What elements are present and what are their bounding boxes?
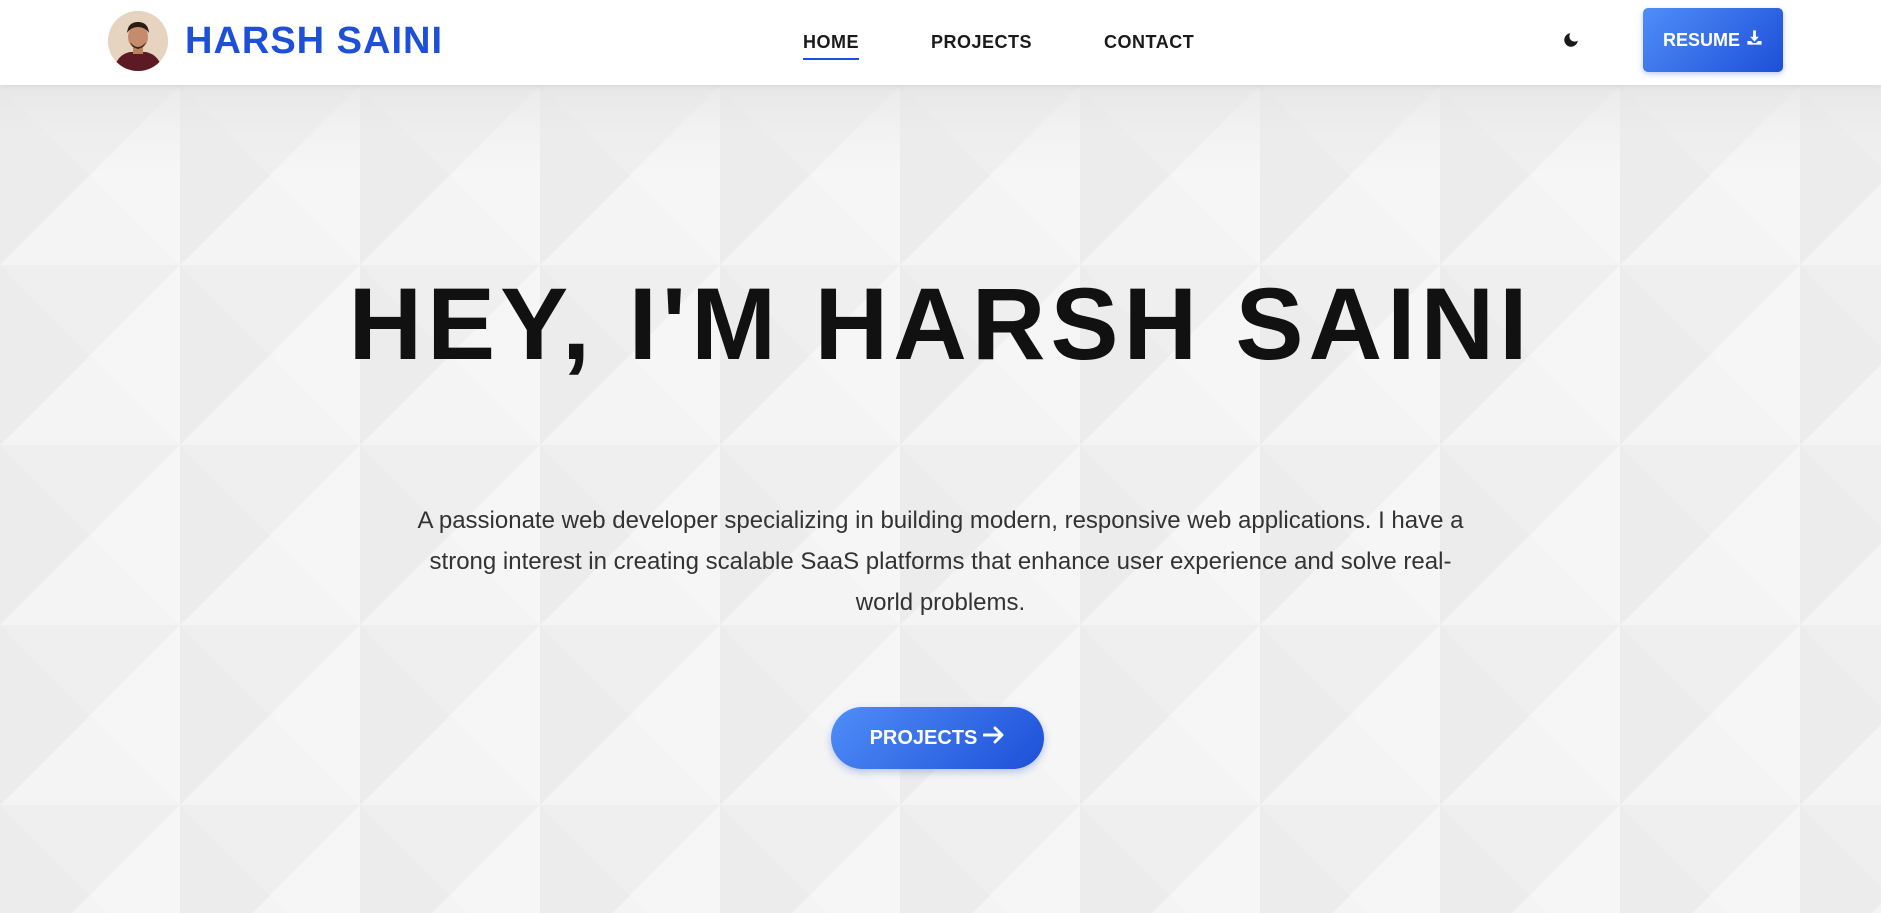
resume-button[interactable]: RESUME: [1643, 8, 1783, 72]
nav-link-projects[interactable]: PROJECTS: [931, 32, 1032, 53]
theme-toggle-button[interactable]: [1556, 27, 1586, 57]
brand-name: HARSH SAINI: [185, 20, 444, 62]
projects-cta-button[interactable]: PROJECTS: [831, 707, 1044, 769]
hero-description: A passionate web developer specializing …: [417, 507, 1464, 616]
moon-icon: [1562, 31, 1580, 54]
brand-link[interactable]: HARSH SAINI: [108, 11, 443, 71]
arrow-right-icon: [982, 726, 1005, 750]
nav-link-contact[interactable]: CONTACT: [1104, 32, 1194, 53]
hero-section: HEY, I'M HARSH SAINI A passionate web de…: [0, 85, 1881, 913]
projects-cta-label: PROJECTS: [869, 726, 978, 749]
hero-background-pattern: [0, 85, 1881, 913]
main-nav: HOME PROJECTS CONTACT: [803, 0, 1194, 85]
download-icon: [1746, 29, 1763, 51]
resume-button-label: RESUME: [1662, 29, 1740, 50]
nav-link-home[interactable]: HOME: [803, 32, 859, 60]
avatar: [108, 11, 168, 71]
navbar: HARSH SAINI HOME PROJECTS CONTACT RESUME: [0, 0, 1881, 85]
hero-title: HEY, I'M HARSH SAINI: [348, 267, 1533, 381]
